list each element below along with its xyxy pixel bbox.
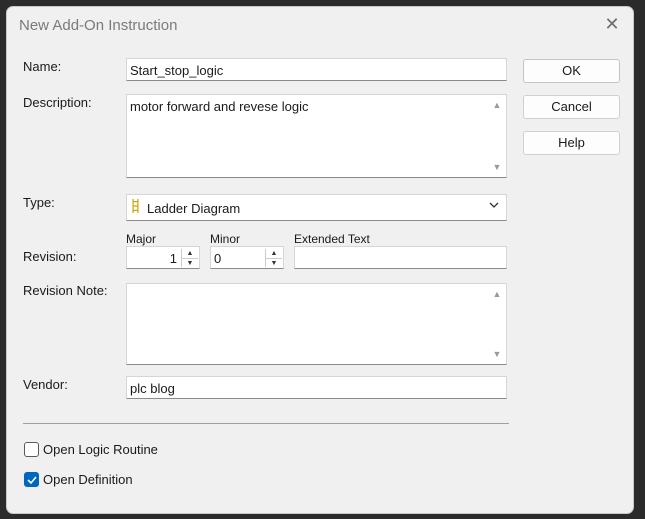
open-definition-checkbox[interactable]: [24, 472, 39, 487]
revision-note-field[interactable]: ▲ ▼: [126, 283, 507, 365]
revision-note-label: Revision Note:: [23, 283, 108, 298]
scroll-up-icon[interactable]: ▲: [492, 101, 502, 110]
close-icon[interactable]: ✕: [601, 13, 623, 35]
scroll-up-icon[interactable]: ▲: [492, 290, 502, 299]
open-logic-routine-label[interactable]: Open Logic Routine: [43, 442, 158, 457]
major-stepper[interactable]: 1 ▲ ▼: [126, 246, 200, 269]
minor-stepper[interactable]: 0 ▲ ▼: [210, 246, 284, 269]
minor-value: 0: [214, 251, 222, 266]
major-label: Major: [126, 232, 157, 246]
name-field[interactable]: Start_stop_logic: [126, 58, 507, 81]
scroll-down-icon[interactable]: ▼: [492, 163, 502, 172]
minor-spin-buttons[interactable]: ▲ ▼: [265, 249, 282, 267]
spin-down-icon[interactable]: ▼: [182, 259, 198, 268]
revision-label: Revision:: [23, 249, 77, 264]
extended-text-label: Extended Text: [294, 232, 370, 246]
chevron-down-icon: [489, 202, 499, 208]
spin-up-icon[interactable]: ▲: [266, 249, 282, 259]
major-value: 1: [169, 251, 177, 266]
vendor-field[interactable]: plc blog: [126, 376, 507, 399]
spin-up-icon[interactable]: ▲: [182, 249, 198, 259]
scroll-down-icon[interactable]: ▼: [492, 350, 502, 359]
new-add-on-instruction-dialog: New Add-On Instruction ✕ Name: Start_sto…: [6, 6, 634, 514]
description-text: motor forward and revese logic: [130, 99, 309, 114]
description-label: Description:: [23, 95, 92, 110]
description-field[interactable]: motor forward and revese logic ▲ ▼: [126, 94, 507, 178]
checkmark-icon: [27, 476, 37, 485]
divider: [23, 423, 509, 424]
spin-down-icon[interactable]: ▼: [266, 259, 282, 268]
open-definition-label[interactable]: Open Definition: [43, 472, 133, 487]
type-selected-value: Ladder Diagram: [147, 201, 241, 216]
type-dropdown[interactable]: Ladder Diagram: [126, 194, 507, 221]
name-label: Name:: [23, 59, 62, 74]
ok-button[interactable]: OK: [523, 59, 620, 83]
open-logic-routine-checkbox[interactable]: [24, 442, 39, 457]
help-button[interactable]: Help: [523, 131, 620, 155]
cancel-button[interactable]: Cancel: [523, 95, 620, 119]
dialog-title: New Add-On Instruction: [19, 17, 178, 34]
ladder-icon: [132, 199, 139, 213]
type-label: Type:: [23, 195, 55, 210]
vendor-label: Vendor:: [23, 377, 68, 392]
minor-label: Minor: [210, 232, 241, 246]
extended-text-field[interactable]: [294, 246, 507, 269]
major-spin-buttons[interactable]: ▲ ▼: [181, 249, 198, 267]
